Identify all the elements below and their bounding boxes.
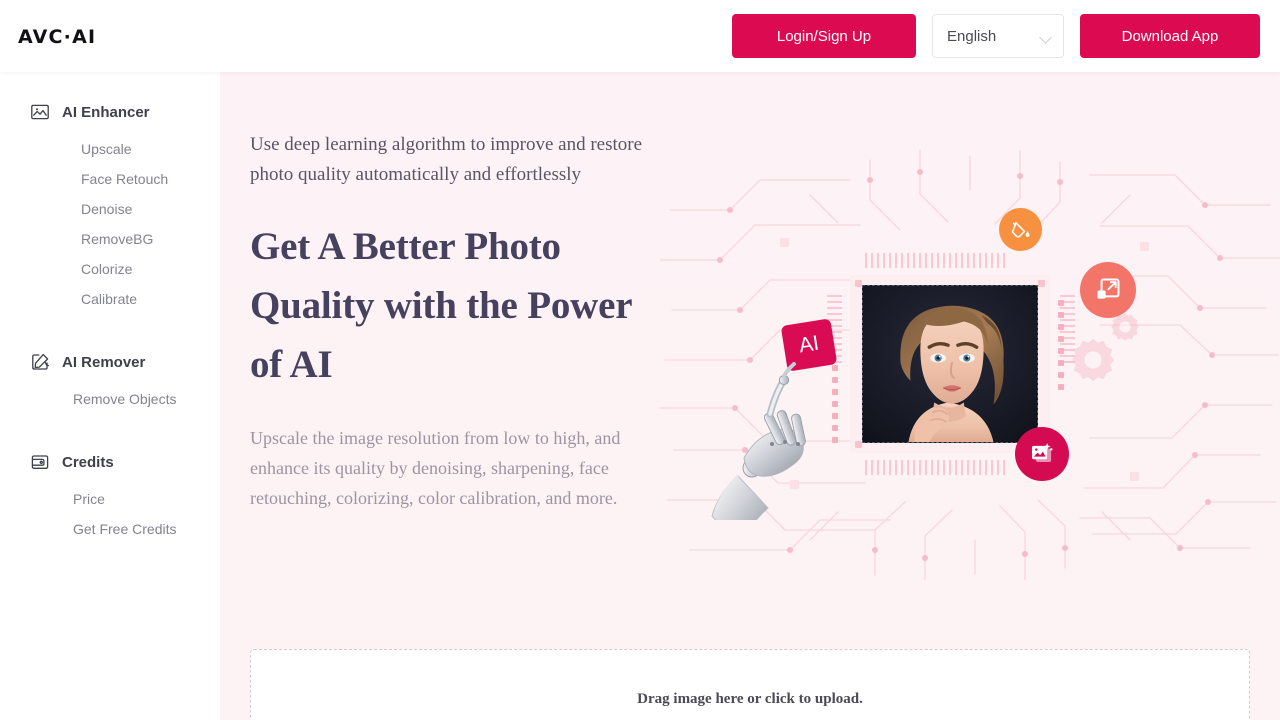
- download-app-button[interactable]: Download App: [1080, 14, 1260, 58]
- sidebar-group-label: Credits: [62, 453, 114, 471]
- hero-text-block: Use deep learning algorithm to improve a…: [250, 130, 670, 513]
- sidebar-item-upscale[interactable]: Upscale: [0, 134, 220, 164]
- hero-kicker: Use deep learning algorithm to improve a…: [250, 134, 643, 185]
- robot-hand-illustration: [711, 362, 806, 520]
- sample-portrait-photo: [862, 285, 1038, 443]
- sidebar-item-removebg[interactable]: RemoveBG: [0, 224, 220, 254]
- sidebar-group-ai-remover: AI Remover Remove Objects: [0, 344, 220, 414]
- sidebar-sublist-ai-enhancer: Upscale Face Retouch Denoise RemoveBG Co…: [0, 130, 220, 314]
- photo-enhance-icon[interactable]: [1015, 427, 1069, 481]
- resize-expand-icon[interactable]: [1080, 262, 1136, 318]
- sidebar-item-price[interactable]: Price: [0, 484, 220, 514]
- magic-wand-icon: [30, 352, 50, 372]
- sidebar-group-label: AI Enhancer: [62, 103, 150, 121]
- sidebar-item-ai-enhancer[interactable]: AI Enhancer: [0, 94, 220, 130]
- brand-logo[interactable]: AVC·AI: [18, 26, 96, 48]
- wallet-icon: [30, 452, 50, 472]
- upload-dropzone[interactable]: Drag image here or click to upload.: [250, 649, 1250, 720]
- sidebar-group-ai-enhancer: AI Enhancer Upscale Face Retouch Denoise…: [0, 94, 220, 314]
- header-actions: Login/Sign Up English Download App: [732, 14, 1260, 58]
- sidebar-group-credits: Credits Price Get Free Credits: [0, 444, 220, 544]
- chevron-down-icon: [1039, 31, 1052, 44]
- chip-ticks-bottom: [865, 460, 1005, 475]
- sidebar-item-credits[interactable]: Credits: [0, 444, 220, 480]
- upload-dropzone-label: Drag image here or click to upload.: [637, 691, 863, 707]
- page-title: Get A Better Photo Quality with the Powe…: [250, 225, 632, 386]
- chip-corner-dot: [855, 280, 862, 287]
- hero-illustration: AI: [660, 150, 1280, 580]
- sidebar-sublist-ai-remover: Remove Objects: [0, 380, 220, 414]
- chip-ticks-top: [865, 253, 1005, 268]
- main-content: Use deep learning algorithm to improve a…: [220, 72, 1280, 720]
- login-signup-button[interactable]: Login/Sign Up: [732, 14, 916, 58]
- language-select-value: English: [947, 27, 997, 45]
- sidebar-sublist-credits: Price Get Free Credits: [0, 480, 220, 544]
- paint-bucket-icon[interactable]: [999, 208, 1042, 251]
- chip-corner-dot: [1038, 280, 1045, 287]
- sidebar-item-face-retouch[interactable]: Face Retouch: [0, 164, 220, 194]
- chip-corner-dot: [855, 441, 862, 448]
- sidebar-item-ai-remover[interactable]: AI Remover: [0, 344, 220, 380]
- sidebar: AI Enhancer Upscale Face Retouch Denoise…: [0, 72, 220, 720]
- image-icon: [30, 102, 50, 122]
- sidebar-item-remove-objects[interactable]: Remove Objects: [0, 384, 220, 414]
- sidebar-group-label: AI Remover: [62, 353, 146, 371]
- sidebar-item-calibrate[interactable]: Calibrate: [0, 284, 220, 314]
- sidebar-item-colorize[interactable]: Colorize: [0, 254, 220, 284]
- framed-photo-chip: [850, 275, 1050, 453]
- top-header: AVC·AI Login/Sign Up English Download Ap…: [0, 0, 1280, 72]
- sidebar-item-get-free-credits[interactable]: Get Free Credits: [0, 514, 220, 544]
- chip-dots-right: [1058, 300, 1064, 390]
- language-select[interactable]: English: [932, 14, 1064, 58]
- gear-icon: [1071, 338, 1115, 382]
- sidebar-item-denoise[interactable]: Denoise: [0, 194, 220, 224]
- hero-description: Upscale the image resolution from low to…: [250, 428, 621, 508]
- app-root: AVC·AI Login/Sign Up English Download Ap…: [0, 0, 1280, 720]
